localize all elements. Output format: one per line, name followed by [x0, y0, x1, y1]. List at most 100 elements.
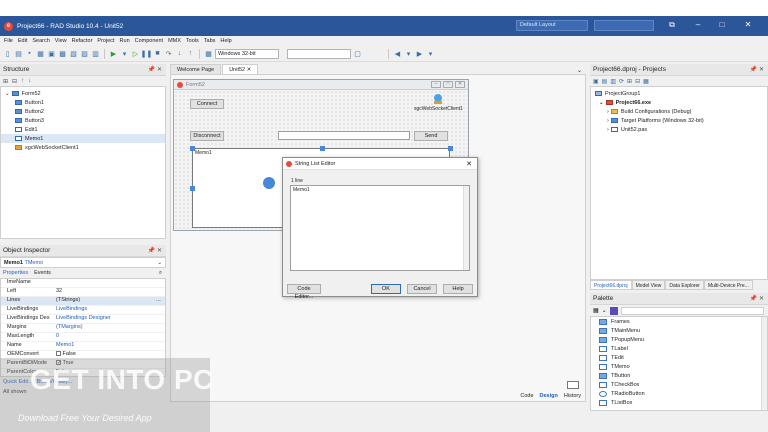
- tab-welcome-page[interactable]: Welcome Page: [170, 64, 222, 74]
- property-row[interactable]: MaxLength 0: [1, 333, 165, 342]
- ellipsis-button[interactable]: …: [156, 297, 162, 305]
- property-row-selected[interactable]: Lines (TStrings)…: [1, 297, 165, 306]
- close-icon[interactable]: ✕: [466, 160, 472, 168]
- palette-search-input[interactable]: [620, 306, 764, 315]
- configuration-select[interactable]: [287, 48, 351, 59]
- palette-item[interactable]: TMainMenu: [591, 326, 767, 335]
- pin-icon[interactable]: 📌 ✕: [148, 66, 162, 73]
- search-icon[interactable]: ⌕: [159, 270, 162, 277]
- save-project-icon[interactable]: ▩: [58, 49, 67, 58]
- help-button[interactable]: Help: [443, 284, 473, 294]
- selection-handle[interactable]: [190, 146, 195, 151]
- open-project-icon[interactable]: ▣: [47, 49, 56, 58]
- property-row[interactable]: Margins (TMargins): [1, 324, 165, 333]
- arrow-up-icon[interactable]: ↑: [21, 78, 24, 84]
- screen-icon[interactable]: [567, 381, 579, 389]
- tab-unit52[interactable]: Unit52 ✕: [222, 64, 259, 74]
- view-icon[interactable]: ▦: [643, 78, 649, 85]
- chevron-down-icon[interactable]: ⌄: [577, 67, 582, 74]
- activate-icon[interactable]: ▣: [593, 78, 599, 85]
- save-all-icon[interactable]: ▦: [36, 49, 45, 58]
- save-icon[interactable]: ▪: [25, 49, 34, 58]
- remove-file-icon[interactable]: ▥: [91, 49, 100, 58]
- palette-item[interactable]: TMemo: [591, 362, 767, 371]
- step-over-icon[interactable]: ↷: [164, 49, 173, 58]
- tree-item[interactable]: › Target Platforms (Windows 32-bit): [591, 116, 767, 125]
- palette-item[interactable]: TEdit: [591, 353, 767, 362]
- menu-tools[interactable]: Tools: [186, 38, 199, 44]
- selection-handle[interactable]: [320, 146, 325, 151]
- tab-design[interactable]: Design: [540, 393, 558, 399]
- forward-dropdown-icon[interactable]: ▾: [426, 49, 435, 58]
- tree-item[interactable]: sgcWebSocketClient1: [1, 143, 165, 152]
- palette-item[interactable]: TPopupMenu: [591, 335, 767, 344]
- tree-item[interactable]: Button3: [1, 116, 165, 125]
- tab-model-view[interactable]: Model View: [631, 280, 666, 290]
- run-icon[interactable]: ▶: [109, 49, 118, 58]
- palette-item[interactable]: Frames: [591, 317, 767, 326]
- tree-item[interactable]: Button1: [1, 98, 165, 107]
- maximize-icon[interactable]: □: [714, 18, 730, 32]
- menu-search[interactable]: Search: [32, 38, 49, 44]
- expand-arrow-icon[interactable]: ›: [607, 127, 609, 133]
- collapse-arrow-icon[interactable]: ⌄: [599, 100, 604, 106]
- property-row[interactable]: Left 32: [1, 288, 165, 297]
- tab-events[interactable]: Events: [34, 270, 51, 276]
- forward-arrow-icon[interactable]: ▶: [415, 49, 424, 58]
- disconnect-button[interactable]: Disconnect: [190, 131, 224, 141]
- tree-item-project[interactable]: ⌄ Project66.exe: [591, 98, 767, 107]
- add-file-icon[interactable]: ▨: [80, 49, 89, 58]
- chevron-down-icon[interactable]: ⌄: [157, 260, 162, 266]
- menu-view[interactable]: View: [55, 38, 67, 44]
- pause-icon[interactable]: ❚❚: [141, 49, 153, 58]
- component-selector[interactable]: Memo1 TMemo ⌄: [0, 257, 166, 268]
- tab-multi-device-preview[interactable]: Multi-Device Pre...: [703, 280, 753, 290]
- expand-arrow-icon[interactable]: ›: [607, 109, 609, 115]
- close-icon[interactable]: ✕: [740, 18, 756, 32]
- pin-icon[interactable]: 📌 ✕: [750, 66, 764, 73]
- step-out-icon[interactable]: ↑: [186, 49, 195, 58]
- palette-item[interactable]: TListBox: [591, 398, 767, 407]
- layout-select[interactable]: Default Layout: [516, 20, 588, 31]
- property-row[interactable]: ImeName: [1, 279, 165, 288]
- vertical-scrollbar[interactable]: [761, 317, 767, 410]
- menu-refactor[interactable]: Refactor: [72, 38, 93, 44]
- tree-item-form[interactable]: ⌄ Form52: [1, 89, 165, 98]
- menu-component[interactable]: Component: [135, 38, 163, 44]
- selection-handle[interactable]: [190, 186, 195, 191]
- run-dropdown-icon[interactable]: ▾: [120, 49, 129, 58]
- tab-properties[interactable]: Properties: [3, 270, 28, 276]
- tree-item[interactable]: Button2: [1, 107, 165, 116]
- tab-project-dproj[interactable]: Project66.dproj: [590, 280, 632, 290]
- palette-item[interactable]: TCheckBox: [591, 380, 767, 389]
- property-row[interactable]: LiveBindings Des LiveBindings Designer: [1, 315, 165, 324]
- remove-icon[interactable]: ▥: [610, 78, 616, 85]
- menu-help[interactable]: Help: [220, 38, 231, 44]
- run-without-debug-icon[interactable]: ▷: [131, 49, 140, 58]
- chevron-down-icon[interactable]: ⌄: [602, 307, 607, 314]
- selection-handle[interactable]: [448, 146, 453, 151]
- websocket-client-icon[interactable]: [432, 93, 444, 105]
- arrow-down-icon[interactable]: ↓: [28, 78, 31, 84]
- expand-arrow-icon[interactable]: ›: [607, 118, 609, 124]
- stop-icon[interactable]: ■: [153, 49, 162, 58]
- expand-icon[interactable]: ⊞: [3, 78, 8, 85]
- string-list-textarea[interactable]: Memo1: [290, 185, 470, 271]
- tree-item[interactable]: › Build Configurations (Debug): [591, 107, 767, 116]
- new-icon[interactable]: ▯: [3, 49, 12, 58]
- layout-icon[interactable]: ⧉: [664, 18, 680, 32]
- sync-icon[interactable]: ⟳: [619, 78, 624, 85]
- tree-item-selected[interactable]: Memo1: [1, 134, 165, 143]
- property-row[interactable]: LiveBindings LiveBindings: [1, 306, 165, 315]
- menu-mmx[interactable]: MMX: [168, 38, 181, 44]
- menu-edit[interactable]: Edit: [18, 38, 27, 44]
- device-icon[interactable]: ▢: [353, 49, 362, 58]
- property-row[interactable]: Name Memo1: [1, 342, 165, 351]
- collapse-icon[interactable]: ⊟: [635, 78, 640, 85]
- collapse-arrow-icon[interactable]: ⌄: [5, 91, 10, 97]
- palette-item[interactable]: TRadioButton: [591, 389, 767, 398]
- expand-icon[interactable]: ⊞: [627, 78, 632, 85]
- palette-filter-icon[interactable]: [609, 306, 618, 315]
- vertical-scrollbar[interactable]: [463, 186, 469, 270]
- minimize-icon[interactable]: –: [690, 18, 706, 32]
